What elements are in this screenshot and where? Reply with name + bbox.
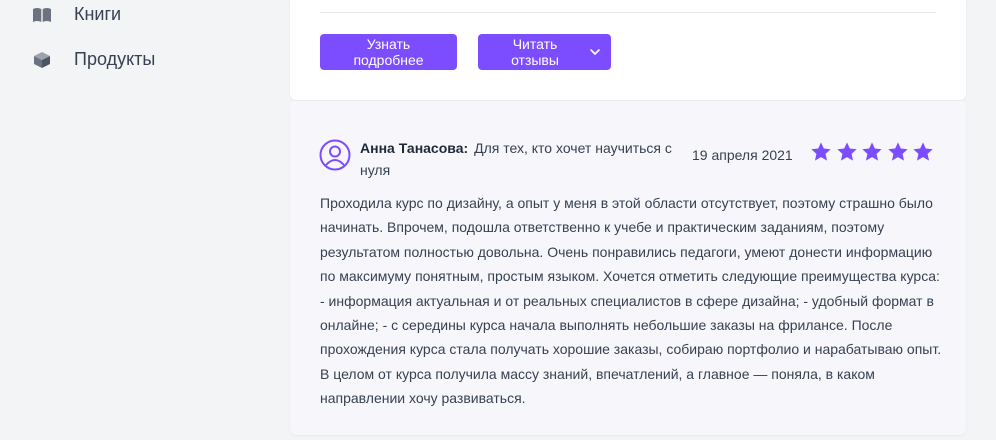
review-date: 19 апреля 2021 [692, 147, 793, 163]
review-card: Анна Танасова: Для тех, кто хочет научить… [290, 101, 966, 435]
read-reviews-button[interactable]: Читать отзывы [478, 34, 611, 70]
star-icon [913, 142, 933, 161]
star-icon [811, 142, 831, 161]
book-icon [32, 5, 52, 25]
sidebar-item-label: Книги [74, 4, 122, 24]
author-name: Анна Танасова: [360, 140, 469, 156]
chevron-down-icon [590, 48, 600, 56]
star-icon [836, 142, 857, 161]
star-icon [862, 142, 882, 161]
box-icon [32, 50, 52, 70]
user-avatar-icon [319, 139, 351, 171]
rating-stars [810, 141, 938, 163]
course-card: Узнать подробнее Читать отзывы [290, 0, 966, 100]
sidebar: Книги Продукты [0, 0, 290, 440]
read-reviews-label: Читать отзывы [511, 36, 559, 68]
sidebar-item-products[interactable]: Продукты [32, 49, 155, 70]
sidebar-item-books[interactable]: Книги [32, 4, 121, 25]
star-icon [887, 142, 908, 161]
learn-more-button[interactable]: Узнать подробнее [320, 34, 457, 70]
review-text: Проходила курс по дизайну, а опыт у меня… [320, 195, 942, 407]
review-author: Анна Танасова: Для тех, кто хочет научить… [360, 137, 680, 181]
divider [320, 12, 936, 13]
sidebar-item-label: Продукты [74, 49, 156, 69]
